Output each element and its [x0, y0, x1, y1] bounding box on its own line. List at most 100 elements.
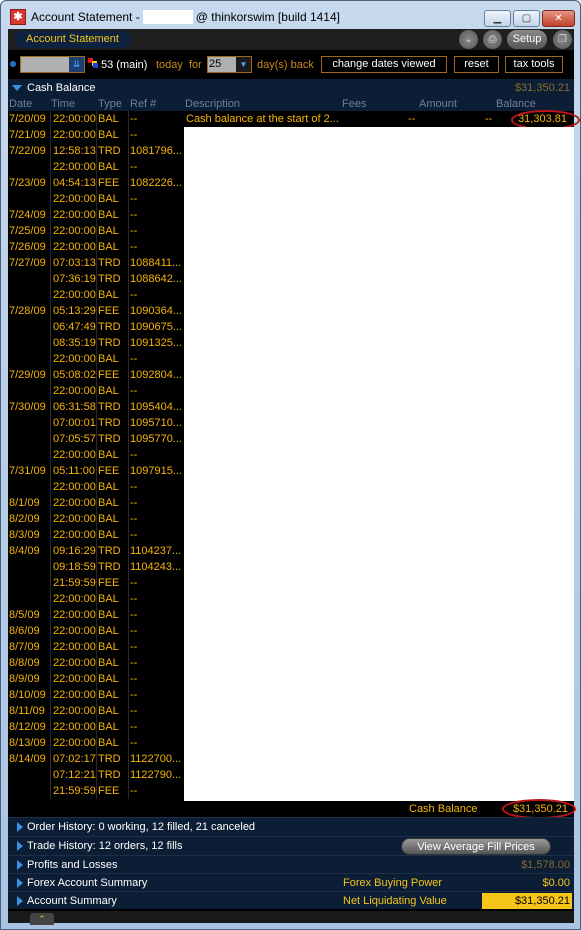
minimize-button[interactable]: ▁: [484, 10, 511, 27]
cell-type: BAL: [98, 193, 119, 205]
col-type[interactable]: Type: [98, 98, 122, 110]
cell-ref: --: [130, 577, 138, 589]
col-time[interactable]: Time: [51, 98, 75, 110]
cell-ref: --: [130, 241, 138, 253]
cell-ref: --: [130, 449, 138, 461]
cell-type: TRD: [98, 769, 121, 781]
cell-ref: --: [130, 353, 138, 365]
collapse-button[interactable]: ⌄: [459, 30, 478, 49]
account-color-icon: [88, 58, 98, 68]
cell-date: 7/24/09: [9, 209, 46, 221]
cell-ref: --: [130, 129, 138, 141]
cell-ref: --: [130, 737, 138, 749]
cell-type: BAL: [98, 129, 119, 141]
cell-time: 22:00:00: [53, 737, 96, 749]
title-bar[interactable]: ✱ Account Statement - @ thinkorswim [buil…: [1, 1, 580, 29]
view-average-fill-prices-button[interactable]: View Average Fill Prices: [401, 838, 551, 855]
cell-time: 22:00:00: [53, 657, 96, 669]
cell-date: 7/21/09: [9, 129, 46, 141]
cell-time: 07:05:57: [53, 433, 96, 445]
print-button[interactable]: ⎙: [483, 30, 502, 49]
double-chevron-up-icon: ⌃: [38, 914, 46, 924]
forex-summary-row[interactable]: Forex Account Summary Forex Buying Power…: [8, 873, 574, 892]
cell-type: BAL: [98, 497, 119, 509]
cell-date: 8/1/09: [9, 497, 40, 509]
cell-time: 22:00:00: [53, 449, 96, 461]
cell-time: 22:00:00: [53, 673, 96, 685]
cell-date: 8/3/09: [9, 529, 40, 541]
cell-time: 22:00:00: [53, 129, 96, 141]
cell-date: 8/6/09: [9, 625, 40, 637]
col-fees[interactable]: Fees: [342, 98, 366, 110]
cell-type: TRD: [98, 257, 121, 269]
cash-balance-header[interactable]: Cash Balance $31,350.21: [8, 79, 574, 97]
cell-time: 22:00:00: [53, 513, 96, 525]
cell-time: 09:16:29: [53, 545, 96, 557]
cell-time: 22:00:00: [53, 385, 96, 397]
cell-ref: --: [130, 673, 138, 685]
cell-type: BAL: [98, 529, 119, 541]
annotation-circle: [502, 799, 576, 819]
reset-button[interactable]: reset: [454, 56, 499, 73]
days-back-select[interactable]: 25 ▼: [207, 56, 252, 73]
cell-description: Cash balance at the start of 2...: [186, 113, 339, 125]
cell-date: 7/29/09: [9, 369, 46, 381]
col-amount[interactable]: Amount: [419, 98, 457, 110]
account-select[interactable]: ⇊: [20, 56, 85, 73]
cash-balance-total: Cash Balance $31,350.21: [8, 801, 574, 817]
detach-button[interactable]: ❐: [553, 30, 572, 49]
col-date[interactable]: Date: [9, 98, 32, 110]
cell-time: 07:03:13: [53, 257, 96, 269]
cell-type: TRD: [98, 545, 121, 557]
cell-time: 22:00:00: [53, 193, 96, 205]
account-label: 53 (main): [101, 59, 148, 71]
cell-ref: --: [130, 385, 138, 397]
today-label: today: [156, 59, 183, 71]
col-description[interactable]: Description: [185, 98, 240, 110]
col-balance[interactable]: Balance: [496, 98, 536, 110]
cell-ref: --: [130, 161, 138, 173]
link-dot-icon[interactable]: [10, 61, 16, 67]
cell-type: BAL: [98, 609, 119, 621]
cell-ref: 1095710...: [130, 417, 182, 429]
redacted-account: [142, 10, 193, 24]
minimize-icon: ▁: [493, 13, 502, 24]
total-label: Cash Balance: [409, 803, 478, 815]
cell-ref: 1090675...: [130, 321, 182, 333]
table-row[interactable]: 7/20/09 22:00:00 BAL -- Cash balance at …: [8, 111, 574, 127]
tax-tools-button[interactable]: tax tools: [505, 56, 563, 73]
col-ref[interactable]: Ref #: [130, 98, 156, 110]
expand-panel-button[interactable]: ⌃: [30, 913, 54, 925]
trade-history-row[interactable]: Trade History: 12 orders, 12 fills View …: [8, 836, 574, 855]
cell-date: 7/31/09: [9, 465, 46, 477]
cell-type: BAL: [98, 241, 119, 253]
tab-account-statement[interactable]: Account Statement: [14, 31, 131, 48]
cell-time: 05:13:29: [53, 305, 96, 317]
cell-time: 07:36:19: [53, 273, 96, 285]
description-area: [184, 127, 574, 801]
printer-icon: ⎙: [488, 34, 497, 45]
cell-time: 22:00:00: [53, 609, 96, 621]
order-history-row[interactable]: Order History: 0 working, 12 filled, 21 …: [8, 817, 574, 836]
cell-type: FEE: [98, 465, 120, 477]
profits-losses-row[interactable]: Profits and Losses $1,578.00: [8, 855, 574, 874]
cell-type: BAL: [98, 721, 119, 733]
table-header: Date Time Type Ref # Description Fees Am…: [8, 97, 574, 111]
net-liq-label: Net Liquidating Value: [343, 895, 447, 907]
cell-time: 22:00:00: [53, 529, 96, 541]
cell-type: BAL: [98, 113, 119, 125]
cell-type: BAL: [98, 593, 119, 605]
cell-time: 04:54:13: [53, 177, 96, 189]
cell-type: BAL: [98, 513, 119, 525]
account-summary-row[interactable]: Account Summary Net Liquidating Value $3…: [8, 891, 574, 910]
cell-type: BAL: [98, 289, 119, 301]
setup-button[interactable]: Setup: [507, 30, 547, 49]
section-amount: $31,350.21: [514, 82, 570, 94]
maximize-button[interactable]: ▢: [513, 10, 540, 27]
cell-type: TRD: [98, 145, 121, 157]
close-button[interactable]: ✕: [542, 10, 575, 27]
cell-ref: --: [130, 657, 138, 669]
cell-time: 22:00:00: [53, 241, 96, 253]
change-dates-button[interactable]: change dates viewed: [321, 56, 447, 73]
main-content: Account Statement ⌄ ⎙ Setup ❐ ⇊ 53 (main…: [8, 29, 580, 925]
